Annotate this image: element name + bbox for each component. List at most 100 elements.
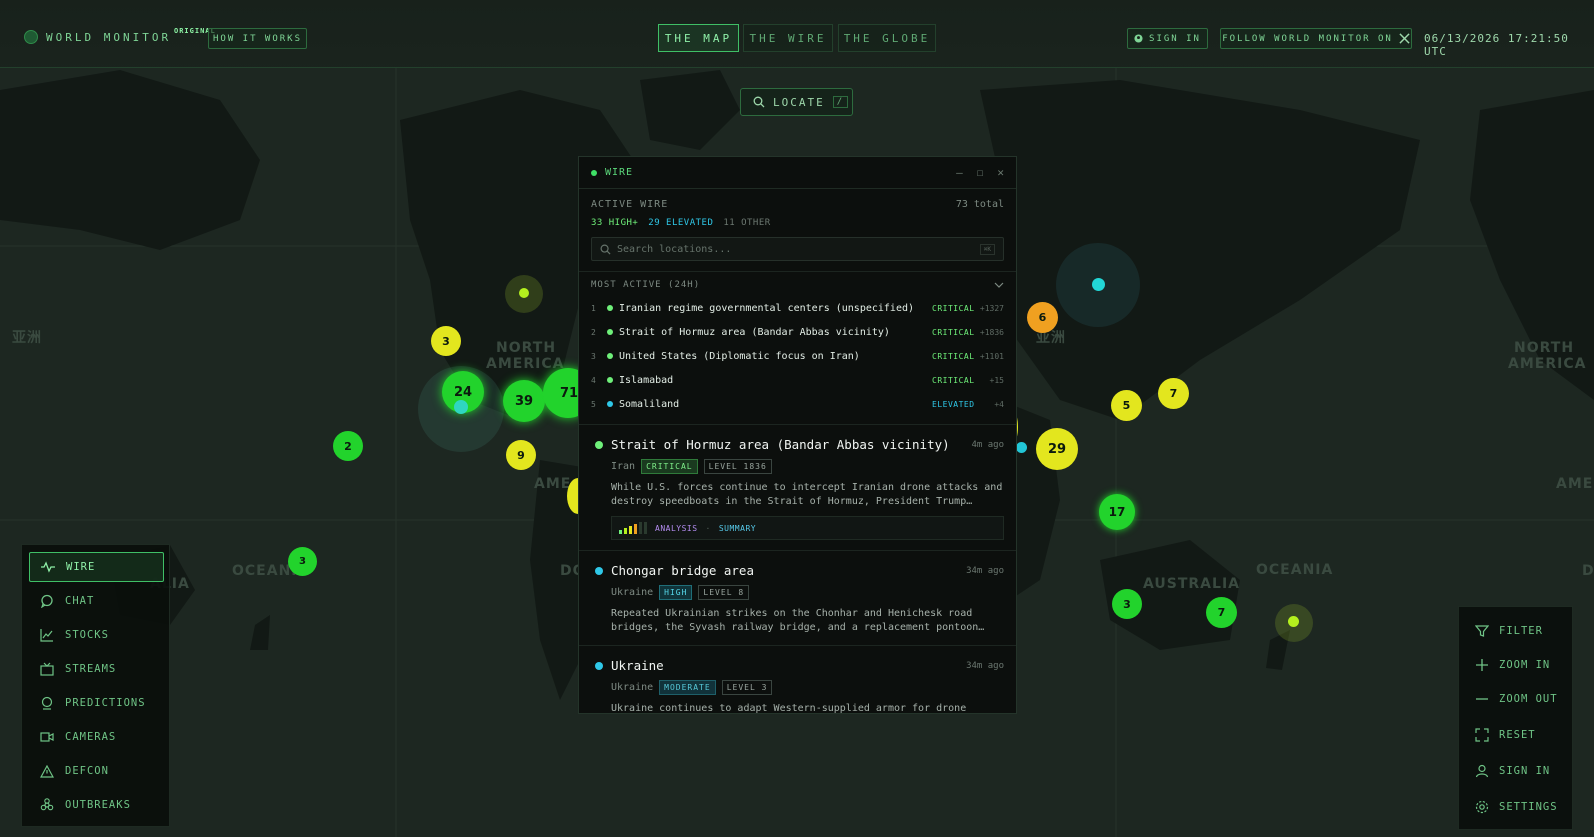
level-badge: LEVEL 8 — [698, 585, 750, 600]
user-icon — [1475, 764, 1489, 778]
map-marker[interactable]: 9 — [506, 440, 536, 470]
total-count: 73 total — [955, 199, 1004, 210]
zoom-in-button[interactable]: ZOOM IN — [1475, 658, 1550, 672]
tab-the-map[interactable]: THE MAP — [658, 24, 739, 52]
map-marker[interactable]: 5 — [1111, 390, 1142, 421]
event-count: +4 — [994, 399, 1004, 409]
item-country: Iran — [611, 461, 636, 472]
most-active-row[interactable]: 2 Strait of Hormuz area (Bandar Abbas vi… — [591, 320, 1004, 344]
tv-icon — [39, 661, 55, 677]
nav-label: WIRE — [66, 561, 96, 573]
map-marker[interactable]: 39 — [503, 380, 545, 422]
map-marker[interactable]: 3 — [431, 326, 461, 356]
map-marker[interactable]: 2 — [333, 431, 363, 461]
nav-item-streams[interactable]: STREAMS — [29, 654, 164, 684]
map-point[interactable] — [519, 288, 529, 298]
utc-clock: 06/13/2026 17:21:50 UTC — [1424, 32, 1569, 58]
summary-link[interactable]: SUMMARY — [719, 524, 756, 533]
event-count: +1101 — [979, 351, 1004, 361]
follow-x-button[interactable]: FOLLOW WORLD MONITOR ON — [1220, 28, 1412, 49]
map-point[interactable] — [454, 400, 468, 414]
severity-label: CRITICAL — [932, 375, 975, 385]
close-icon[interactable]: ✕ — [997, 166, 1004, 179]
map-marker[interactable]: 17 — [1099, 494, 1135, 530]
how-it-works-button[interactable]: HOW IT WORKS — [208, 28, 307, 49]
map-marker[interactable]: 3 — [1112, 589, 1142, 619]
high-count[interactable]: 33 HIGH+ — [591, 218, 638, 228]
nav-item-wire[interactable]: WIRE — [29, 552, 164, 582]
wire-panel: WIRE — ☐ ✕ ACTIVE WIRE 73 total 33 HIGH+… — [578, 156, 1017, 714]
map-marker[interactable]: 29 — [1036, 428, 1078, 470]
left-nav: WIRE CHAT STOCKS STREAMS PREDICTIONS CAM… — [21, 544, 170, 827]
nav-item-chat[interactable]: CHAT — [29, 586, 164, 616]
minimize-icon[interactable]: — — [956, 166, 963, 179]
nav-label: CAMERAS — [65, 731, 117, 743]
map-point[interactable] — [1288, 616, 1299, 627]
analysis-bar[interactable]: ANALYSIS · SUMMARY — [611, 516, 1004, 540]
elevated-count[interactable]: 29 ELEVATED — [648, 218, 713, 228]
most-active-row[interactable]: 3 United States (Diplomatic focus on Ira… — [591, 344, 1004, 368]
nav-item-defcon[interactable]: DEFCON — [29, 756, 164, 786]
nav-item-predictions[interactable]: PREDICTIONS — [29, 688, 164, 718]
locate-button[interactable]: LOCATE / — [740, 88, 853, 116]
map-marker[interactable]: 7 — [1206, 597, 1237, 628]
maximize-icon[interactable]: ☐ — [977, 166, 984, 179]
item-body: While U.S. forces continue to intercept … — [611, 482, 1003, 507]
map-point[interactable] — [1016, 442, 1027, 453]
locate-shortcut: / — [832, 96, 849, 108]
most-active-toggle[interactable]: MOST ACTIVE (24H) — [591, 280, 1004, 290]
signal-bars-icon — [619, 522, 647, 534]
how-it-works-label: HOW IT WORKS — [212, 33, 303, 44]
map-marker[interactable]: 7 — [1158, 378, 1189, 409]
level-badge: LEVEL 3 — [721, 680, 773, 695]
top-bar: WORLD MONITOR ORIGINAL HOW IT WORKS THE … — [0, 0, 1594, 68]
nav-item-cameras[interactable]: CAMERAS — [29, 722, 164, 752]
search-shortcut: ⌘K — [979, 243, 995, 255]
nav-label: CHAT — [65, 595, 95, 607]
search-icon — [753, 96, 765, 108]
wire-item[interactable]: Strait of Hormuz area (Bandar Abbas vici… — [579, 424, 1016, 550]
filter-button[interactable]: FILTER — [1475, 624, 1543, 638]
gear-icon — [1475, 800, 1489, 814]
map-marker[interactable]: 6 — [1027, 302, 1058, 333]
active-wire-label: ACTIVE WIRE — [591, 199, 669, 210]
filter-icon — [1475, 625, 1489, 637]
map-label-d-right: D — [1582, 563, 1594, 579]
biohazard-icon — [39, 797, 55, 813]
most-active-row[interactable]: 4 Islamabad CRITICAL +15 — [591, 368, 1004, 392]
map-label-oceania-right: OCEANIA — [1256, 562, 1333, 578]
sign-in-button[interactable]: SIGN IN — [1127, 28, 1208, 49]
crystal-ball-icon — [39, 695, 55, 711]
sign-in-label: SIGN IN — [1149, 33, 1201, 44]
most-active-row[interactable]: 1 Iranian regime governmental centers (u… — [591, 296, 1004, 320]
control-label: ZOOM OUT — [1499, 693, 1558, 705]
severity-counts: 33 HIGH+ 29 ELEVATED 11 OTHER — [591, 218, 1004, 228]
zoom-out-button[interactable]: ZOOM OUT — [1475, 692, 1558, 706]
nav-item-outbreaks[interactable]: OUTBREAKS — [29, 790, 164, 820]
tab-the-wire[interactable]: THE WIRE — [743, 24, 833, 52]
most-active-row[interactable]: 5 Somaliland ELEVATED +4 — [591, 392, 1004, 416]
wire-panel-header[interactable]: WIRE — ☐ ✕ — [579, 157, 1016, 189]
brand[interactable]: WORLD MONITOR ORIGINAL — [24, 27, 215, 44]
rank: 5 — [591, 399, 596, 409]
severity-dot — [607, 401, 613, 407]
sign-in-control[interactable]: SIGN IN — [1475, 764, 1550, 778]
event-count: +1327 — [979, 303, 1004, 313]
analysis-link[interactable]: ANALYSIS — [655, 524, 698, 533]
wire-item[interactable]: Chongar bridge area 34m ago Ukraine HIGH… — [579, 550, 1016, 645]
wire-panel-title: WIRE — [605, 167, 634, 178]
settings-button[interactable]: SETTINGS — [1475, 800, 1558, 814]
location-name: Strait of Hormuz area (Bandar Abbas vici… — [619, 326, 890, 338]
wire-item[interactable]: Ukraine 34m ago Ukraine MODERATE LEVEL 3… — [579, 645, 1016, 713]
tab-label: THE WIRE — [749, 31, 827, 45]
other-count[interactable]: 11 OTHER — [723, 218, 770, 228]
search-input[interactable]: Search locations... ⌘K — [591, 237, 1004, 261]
tab-the-globe[interactable]: THE GLOBE — [838, 24, 936, 52]
map-marker[interactable]: 3 — [288, 547, 317, 576]
map-label-ame-right: AME — [1556, 476, 1593, 492]
nav-item-stocks[interactable]: STOCKS — [29, 620, 164, 650]
control-label: ZOOM IN — [1499, 659, 1551, 671]
reset-button[interactable]: RESET — [1475, 728, 1536, 742]
control-label: RESET — [1499, 729, 1536, 741]
map-point[interactable] — [1092, 278, 1105, 291]
